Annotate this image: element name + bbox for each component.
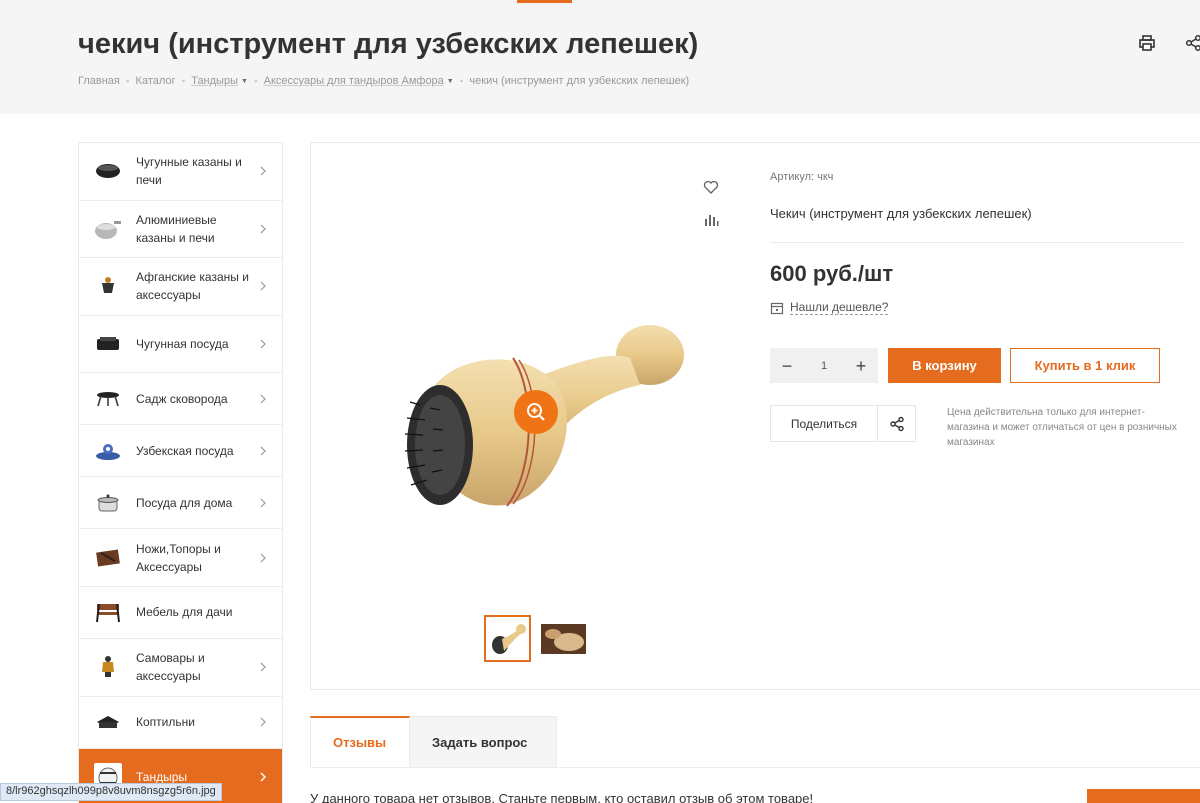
pot-thumb-icon bbox=[94, 489, 122, 517]
gallery-thumbnail-1[interactable] bbox=[484, 615, 531, 662]
cast-iron-pan-thumb-icon bbox=[94, 330, 122, 358]
print-icon[interactable] bbox=[1138, 34, 1156, 52]
add-to-cart-button[interactable]: В корзину bbox=[888, 348, 1001, 383]
divider bbox=[770, 242, 1184, 243]
sadj-thumb-icon bbox=[94, 385, 122, 413]
samovar-thumb-icon bbox=[94, 653, 122, 681]
sidebar-item-garden-furniture[interactable]: Мебель для дачи bbox=[79, 586, 282, 639]
zoom-in-icon bbox=[527, 403, 545, 421]
product-name: Чекич (инструмент для узбекских лепешек) bbox=[770, 206, 1032, 221]
chevron-right-icon bbox=[260, 498, 266, 508]
breadcrumb-catalog[interactable]: Каталог bbox=[136, 75, 176, 87]
bench-thumb-icon bbox=[94, 598, 122, 626]
smoker-thumb-icon bbox=[94, 708, 122, 736]
breadcrumb-separator: - bbox=[253, 75, 258, 87]
caret-down-icon[interactable]: ▼ bbox=[447, 78, 454, 85]
chevron-right-icon bbox=[260, 662, 266, 672]
tab-ask-question[interactable]: Задать вопрос bbox=[410, 716, 557, 768]
gallery-thumbnail-2[interactable] bbox=[541, 624, 586, 654]
chevron-right-icon bbox=[260, 224, 266, 234]
sidebar-item-label: Афганские казаны и аксессуары bbox=[136, 270, 249, 303]
chevron-right-icon bbox=[260, 339, 266, 349]
share-icon[interactable] bbox=[1185, 34, 1200, 52]
write-review-button[interactable] bbox=[1087, 789, 1200, 803]
chevron-right-icon bbox=[260, 446, 266, 456]
price-disclaimer: Цена действительна только для интернет-м… bbox=[947, 407, 1177, 448]
catalog-sidebar: Чугунные казаны и печи Алюминиевые казан… bbox=[78, 142, 283, 803]
sidebar-item-aluminum-cauldrons[interactable]: Алюминиевые казаны и печи bbox=[79, 200, 282, 259]
quantity-stepper: − 1 + bbox=[770, 348, 878, 383]
sidebar-item-knives[interactable]: Ножи,Топоры и Аксессуары bbox=[79, 529, 282, 587]
cauldron-thumb-icon bbox=[94, 157, 122, 185]
price-tag-icon bbox=[770, 302, 784, 314]
chevron-right-icon bbox=[260, 282, 266, 291]
quantity-minus-button[interactable]: − bbox=[780, 357, 794, 375]
share-icon bbox=[878, 406, 915, 441]
sidebar-item-samovars[interactable]: Самовары и аксессуары bbox=[79, 638, 282, 697]
found-cheaper-link[interactable]: Нашли дешевле? bbox=[770, 300, 889, 315]
knives-thumb-icon bbox=[94, 544, 122, 572]
caret-down-icon[interactable]: ▼ bbox=[241, 78, 248, 85]
compare-chart-icon[interactable] bbox=[703, 212, 719, 228]
uzbek-dishes-thumb-icon bbox=[94, 437, 122, 465]
found-cheaper-label: Нашли дешевле? bbox=[790, 300, 889, 315]
heart-icon[interactable] bbox=[703, 179, 719, 195]
breadcrumb: Главная - Каталог - Тандыры ▼ - Аксессуа… bbox=[78, 75, 689, 87]
breadcrumb-tandoors[interactable]: Тандыры bbox=[191, 75, 238, 87]
sidebar-item-label: Самовары и аксессуары bbox=[136, 651, 205, 684]
sidebar-item-afghan-cauldrons[interactable]: Афганские казаны и аксессуары bbox=[79, 258, 282, 316]
product-tabs: Отзывы Задать вопрос bbox=[310, 716, 557, 768]
breadcrumb-separator: - bbox=[181, 75, 186, 87]
sidebar-item-label: Коптильни bbox=[136, 715, 195, 730]
sidebar-item-label: Мебель для дачи bbox=[136, 605, 233, 620]
chevron-right-icon bbox=[260, 166, 266, 176]
breadcrumb-accessories[interactable]: Аксессуары для тандыров Амфора bbox=[264, 75, 444, 87]
sidebar-item-label: Чугунные казаны и печи bbox=[136, 155, 242, 188]
tabs-divider bbox=[310, 767, 1200, 768]
sidebar-item-smokers[interactable]: Коптильни bbox=[79, 696, 282, 749]
chevron-right-icon bbox=[260, 553, 266, 563]
sidebar-item-uzbek-dishes[interactable]: Узбекская посуда bbox=[79, 425, 282, 478]
sidebar-item-cast-iron-cookware[interactable]: Чугунная посуда bbox=[79, 315, 282, 374]
buy-one-click-button[interactable]: Купить в 1 клик bbox=[1010, 348, 1160, 383]
aluminum-cauldron-thumb-icon bbox=[94, 215, 122, 243]
share-button[interactable]: Поделиться bbox=[770, 405, 916, 442]
breadcrumb-separator: - bbox=[125, 75, 130, 87]
status-bar-url: 8/lr962ghsqzlh099p8v8uvm8nsgzg5r6n.jpg bbox=[0, 783, 222, 801]
breadcrumb-separator: - bbox=[459, 75, 464, 87]
breadcrumb-current: чекич (инструмент для узбекских лепешек) bbox=[469, 75, 690, 87]
sidebar-item-label: Алюминиевые казаны и печи bbox=[136, 212, 217, 245]
sidebar-item-cast-iron-cauldrons[interactable]: Чугунные казаны и печи bbox=[79, 143, 282, 201]
chevron-right-icon bbox=[260, 394, 266, 404]
sku-label: Артикул: чкч bbox=[770, 171, 834, 183]
no-reviews-message: У данного товара нет отзывов. Станьте пе… bbox=[310, 791, 814, 803]
chevron-right-icon bbox=[260, 717, 266, 727]
sidebar-item-home-cookware[interactable]: Посуда для дома bbox=[79, 477, 282, 530]
page-title: чекич (инструмент для узбекских лепешек) bbox=[78, 28, 699, 60]
tab-reviews[interactable]: Отзывы bbox=[310, 716, 410, 768]
chevron-right-icon bbox=[260, 772, 266, 782]
sidebar-item-label: Посуда для дома bbox=[136, 495, 233, 510]
sidebar-item-label: Чугунная посуда bbox=[136, 337, 229, 352]
product-price: 600 руб./шт bbox=[770, 261, 894, 286]
sidebar-item-label: Узбекская посуда bbox=[136, 443, 234, 458]
afghan-cauldron-thumb-icon bbox=[94, 272, 122, 300]
share-label: Поделиться bbox=[771, 406, 878, 441]
sidebar-item-label: Садж сковорода bbox=[136, 391, 228, 406]
sidebar-item-sadj[interactable]: Садж сковорода bbox=[79, 373, 282, 426]
quantity-plus-button[interactable]: + bbox=[854, 357, 868, 375]
quantity-value[interactable]: 1 bbox=[809, 360, 839, 372]
zoom-in-button[interactable] bbox=[514, 390, 558, 434]
sidebar-item-label: Ножи,Топоры и Аксессуары bbox=[136, 541, 221, 574]
header-accent-bar bbox=[517, 0, 572, 3]
breadcrumb-home[interactable]: Главная bbox=[78, 75, 120, 87]
